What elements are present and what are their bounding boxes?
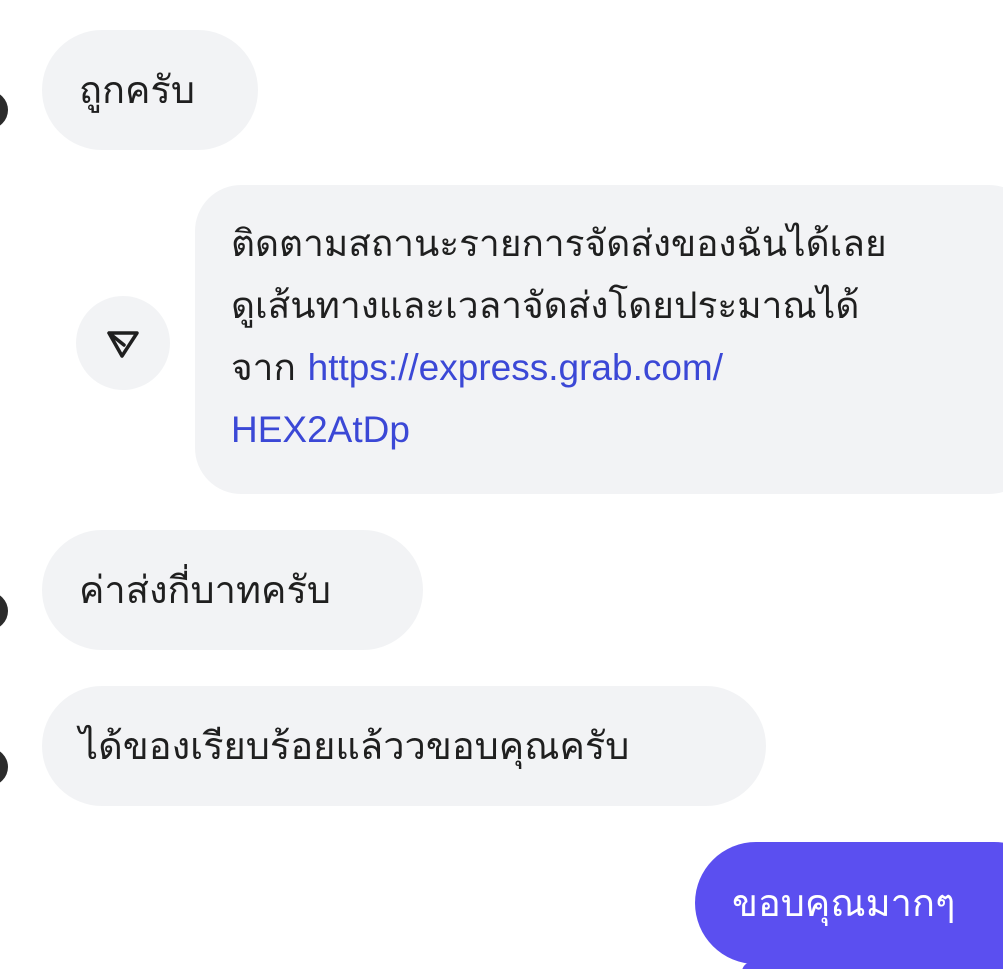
message-text: ถูกครับ <box>79 68 195 112</box>
tracking-message-card: ติดตามสถานะรายการจัดส่งของฉันได้เลย ดูเส… <box>195 185 1003 494</box>
message-text-line: จาก https://express.grab.com/ <box>231 337 1003 399</box>
incoming-message-bubble[interactable]: ได้ของเรียบร้อยแล้ววขอบคุณครับ <box>42 686 766 806</box>
avatar[interactable] <box>0 592 8 630</box>
message-text: ได้ของเรียบร้อยแล้ววขอบคุณครับ <box>79 724 630 768</box>
avatar[interactable] <box>0 91 8 129</box>
outgoing-message-bubble-partial[interactable] <box>742 962 1003 969</box>
outgoing-message-bubble[interactable]: ขอบคุณมากๆ <box>695 842 1003 964</box>
message-text-prefix: จาก <box>231 346 296 389</box>
message-text: ค่าส่งกี่บาทครับ <box>79 568 331 612</box>
avatar[interactable] <box>0 748 8 786</box>
message-text-line: ดูเส้นทางและเวลาจัดส่งโดยประมาณได้ <box>231 284 860 327</box>
tracking-link[interactable]: https://express.grab.com/ <box>308 347 723 388</box>
message-text-line: HEX2AtDp <box>231 399 1003 461</box>
share-button[interactable] <box>76 296 170 390</box>
message-text: ขอบคุณมากๆ <box>732 881 956 925</box>
incoming-message-bubble[interactable]: ถูกครับ <box>42 30 258 150</box>
message-text-line: ติดตามสถานะรายการจัดส่งของฉันได้เลย <box>231 222 887 265</box>
chat-thread: ถูกครับ ติดตามสถานะรายการจัดส่งของฉันได้… <box>0 0 1003 969</box>
send-arrow-icon <box>107 331 139 358</box>
tracking-link-continued[interactable]: HEX2AtDp <box>231 409 410 450</box>
incoming-message-bubble[interactable]: ค่าส่งกี่บาทครับ <box>42 530 423 650</box>
